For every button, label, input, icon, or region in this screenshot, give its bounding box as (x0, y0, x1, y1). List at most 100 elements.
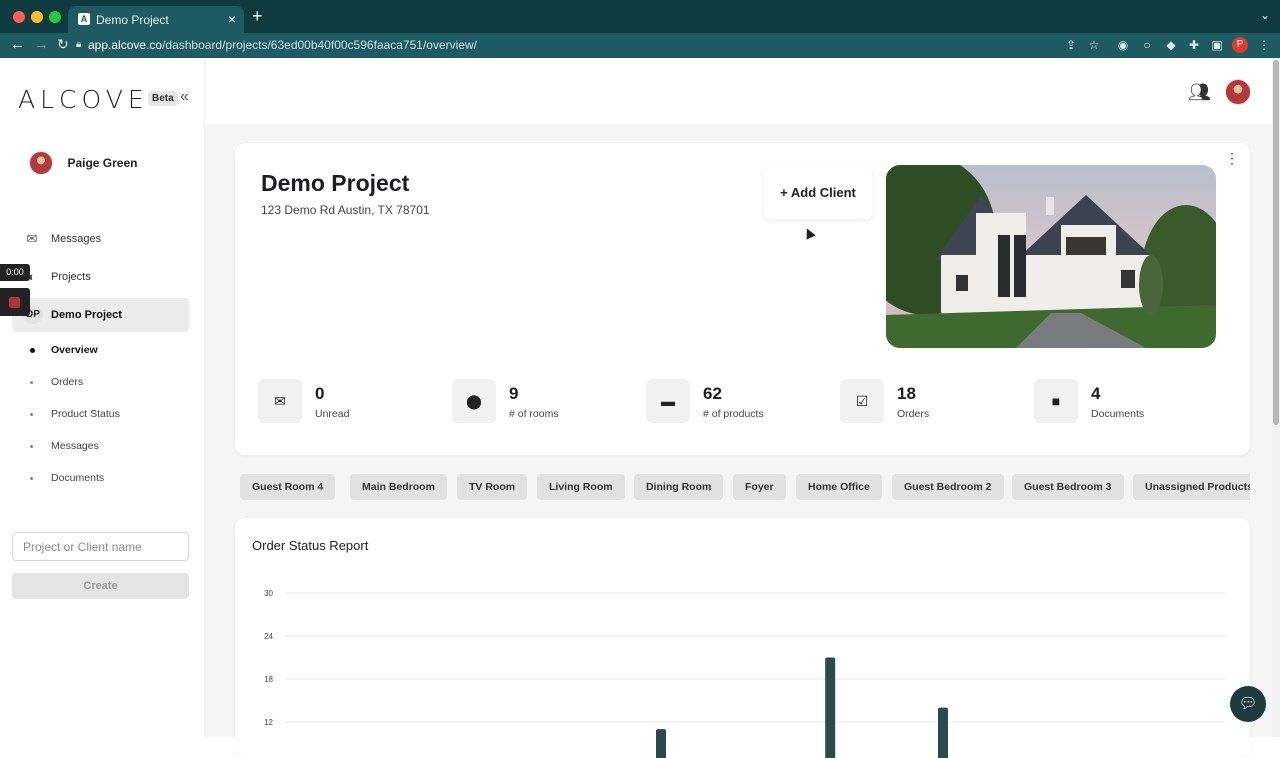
order-status-report-card: Order Status Report 30241812 (235, 518, 1250, 758)
reload-icon[interactable]: ↻ (57, 36, 69, 53)
tab-title: Demo Project (96, 13, 169, 27)
subnav-label: Documents (51, 472, 104, 484)
stat-value: 18 (897, 384, 916, 404)
room-chip[interactable]: Main Bedroom (350, 474, 447, 500)
scrollbar-thumb[interactable] (1273, 60, 1279, 425)
maximize-window-button[interactable] (49, 11, 61, 23)
chart-bar[interactable] (825, 658, 835, 758)
project-house-photo (886, 165, 1216, 348)
stop-recording-button[interactable] (0, 288, 30, 316)
top-bar: 👥︎ (205, 58, 1274, 124)
room-tabs: Guest Room 4 Main Bedroom TV Room Living… (240, 474, 1250, 500)
room-chip[interactable]: Guest Bedroom 3 (1012, 474, 1124, 500)
document-check-icon: ☑ (840, 379, 884, 423)
house-image-illustration (886, 165, 1216, 348)
page-scrollbar[interactable] (1272, 58, 1280, 737)
y-tick-label: 30 (264, 589, 273, 598)
stat-label: # of rooms (509, 408, 559, 420)
y-tick-label: 12 (264, 718, 273, 727)
new-tab-icon[interactable]: + (252, 6, 263, 27)
chart-bar[interactable] (656, 729, 666, 758)
more-options-icon[interactable]: ⋮ (1225, 156, 1239, 161)
chat-support-button[interactable]: 💬︎ (1230, 686, 1266, 722)
project-or-client-input[interactable] (12, 532, 189, 561)
alcove-favicon-icon: A (78, 13, 90, 25)
stat-value: 62 (703, 384, 722, 404)
room-chip[interactable]: Guest Bedroom 2 (892, 474, 1004, 500)
browser-tab[interactable]: A Demo Project × (68, 6, 244, 33)
alcove-logo[interactable]: ALCOVE (18, 85, 149, 114)
room-chip[interactable]: Guest Room 4 (240, 474, 335, 500)
user-avatar-button[interactable] (1225, 79, 1251, 105)
room-chip[interactable]: Dining Room (634, 474, 723, 500)
sidebar-panel-icon[interactable]: ▣ (1210, 38, 1224, 52)
room-chip[interactable]: Foyer (733, 474, 786, 500)
sidebar-item-projects[interactable]: ◐ Projects (12, 260, 189, 294)
puzzle-icon[interactable]: ✚ (1187, 38, 1201, 52)
mail-icon: ✉ (24, 231, 40, 247)
location-pin-icon: ⬤ (452, 379, 496, 423)
bullet-icon (30, 413, 33, 416)
url-field[interactable]: app.alcove.co/dashboard/projects/63ed00b… (88, 38, 477, 52)
subnav-orders[interactable]: Orders (30, 376, 83, 388)
sidebar-item-label: Demo Project (51, 309, 122, 321)
collapse-sidebar-icon[interactable]: « (180, 88, 189, 106)
bullet-icon (30, 381, 33, 384)
browser-profile-avatar[interactable]: P (1232, 37, 1248, 53)
subnav-documents[interactable]: Documents (30, 472, 104, 484)
order-status-chart: 30 24 18 12 (235, 518, 1250, 758)
recorder-time: 0:00 (0, 264, 30, 281)
subnav-product-status[interactable]: Product Status (30, 408, 120, 420)
bullet-icon (30, 348, 35, 353)
sidebar-item-demo-project[interactable]: DP Demo Project (12, 298, 189, 332)
stat-value: 4 (1091, 384, 1100, 404)
subnav-messages[interactable]: Messages (30, 440, 99, 452)
browser-tab-bar: A Demo Project × + ⌄ (0, 0, 1280, 33)
sidebar: ALCOVE Beta « Paige Green ✉ Messages ◐ P… (0, 58, 205, 737)
create-button[interactable]: Create (12, 573, 189, 599)
main-content: 👥︎ Demo Project 123 Demo Rd Austin, TX 7… (205, 58, 1280, 737)
chevron-down-icon[interactable]: ⌄ (1260, 8, 1270, 22)
address-bar: ← → ↻ 🔒︎ app.alcove.co/dashboard/project… (0, 33, 1280, 58)
close-tab-icon[interactable]: × (228, 11, 236, 27)
camera-extension-icon[interactable]: ◉ (1116, 38, 1130, 52)
extension-badge-icon[interactable]: ◆ (1164, 38, 1178, 52)
sidebar-item-messages[interactable]: ✉ Messages (12, 222, 189, 256)
envelope-icon: ✉ (258, 379, 302, 423)
forward-arrow-icon[interactable]: → (34, 36, 49, 53)
back-arrow-icon[interactable]: ← (10, 36, 25, 53)
screen-recorder-widget: 0:00 (0, 264, 30, 316)
sofa-icon: ▬ (646, 379, 690, 423)
star-icon[interactable]: ☆ (1087, 38, 1101, 52)
project-address: 123 Demo Rd Austin, TX 78701 (261, 203, 430, 217)
user-profile[interactable]: Paige Green (29, 151, 137, 175)
room-chip[interactable]: Home Office (796, 474, 882, 500)
circle-extension-icon[interactable]: ○ (1140, 38, 1154, 52)
subnav-overview[interactable]: Overview (30, 344, 98, 356)
team-icon[interactable]: 👥︎ (1188, 82, 1211, 103)
room-chip[interactable]: TV Room (457, 474, 527, 500)
lock-icon: 🔒︎ (76, 39, 81, 50)
bullet-icon (30, 445, 33, 448)
sidebar-item-label: Projects (51, 271, 91, 283)
share-icon[interactable]: ⇪ (1064, 38, 1078, 52)
room-chip[interactable]: Living Room (537, 474, 625, 500)
subnav-label: Product Status (51, 408, 120, 420)
folder-icon: ■ (1034, 379, 1078, 423)
subnav-label: Messages (51, 440, 99, 452)
subnav-label: Overview (51, 344, 98, 356)
stat-label: Documents (1091, 408, 1144, 420)
beta-badge: Beta (148, 91, 178, 106)
stat-label: # of products (703, 408, 764, 420)
close-window-button[interactable] (13, 11, 25, 23)
y-tick-label: 24 (264, 632, 273, 641)
y-tick-label: 18 (264, 675, 273, 684)
browser-menu-icon[interactable]: ⋮ (1257, 38, 1271, 52)
add-client-button[interactable]: + Add Client (764, 167, 872, 219)
page-title: Demo Project (261, 170, 409, 197)
chart-bar[interactable] (938, 708, 948, 758)
url-host: app.alcove.co (88, 38, 162, 52)
minimize-window-button[interactable] (31, 11, 43, 23)
room-chip[interactable]: Unassigned Products (1133, 474, 1250, 500)
stat-label: Orders (897, 408, 929, 420)
